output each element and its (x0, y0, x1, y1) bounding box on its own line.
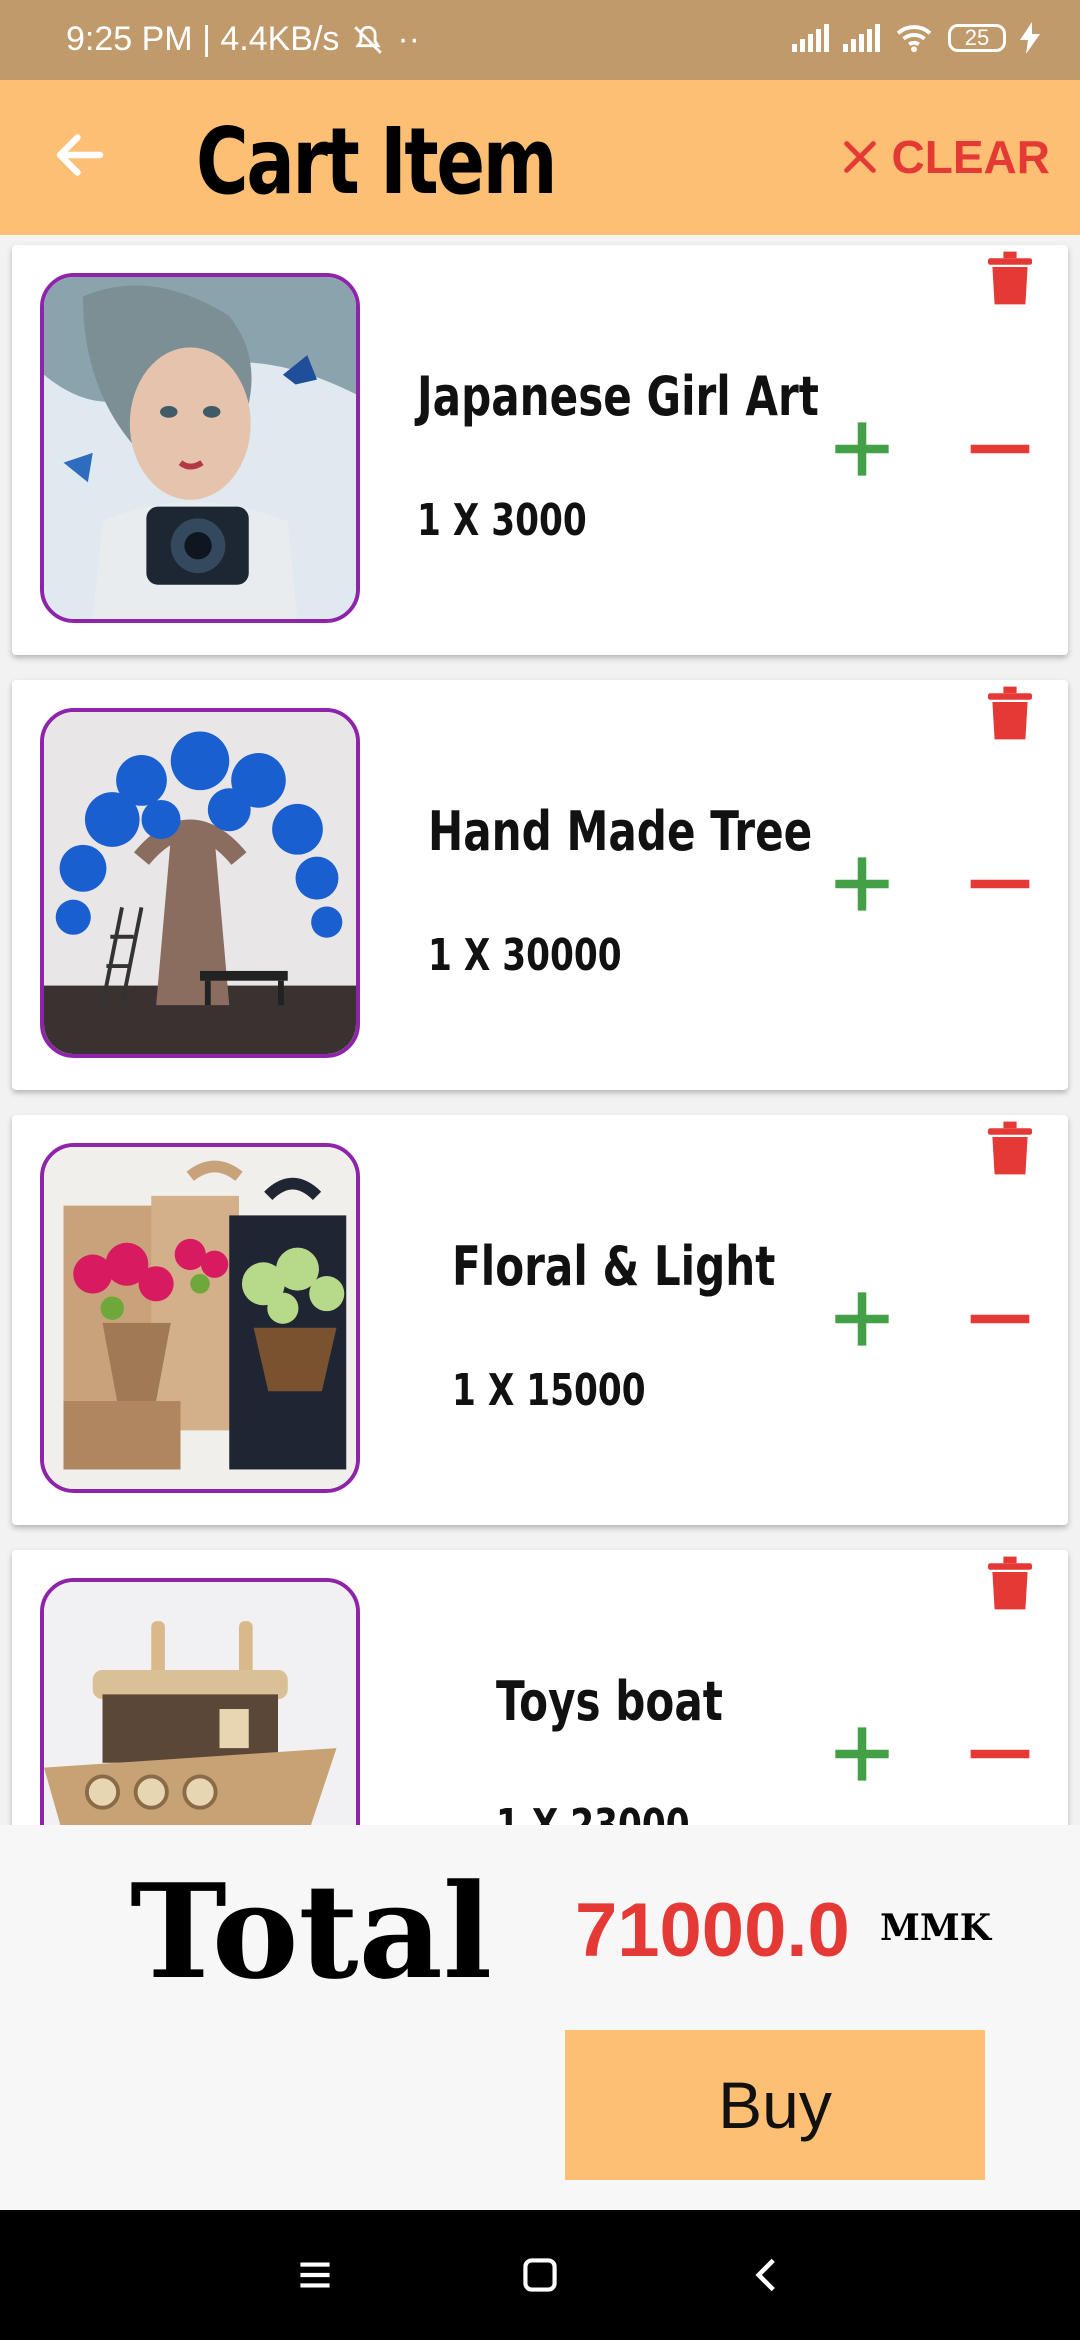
status-right: 25 (792, 22, 1040, 54)
minus-icon[interactable] (968, 852, 1032, 916)
clear-label: CLEAR (891, 131, 1050, 183)
total-value: 71000.0 (575, 1888, 850, 1973)
total-footer: Total 71000.0 MMK Buy (0, 1825, 1080, 2210)
buy-button[interactable]: Buy (565, 2030, 985, 2180)
cart-item: Hand Made Tree 1 X 30000 (12, 680, 1068, 1090)
product-quantity: 1 X 3000 (417, 495, 587, 546)
plus-icon[interactable] (830, 417, 894, 481)
plus-icon[interactable] (830, 1722, 894, 1786)
plus-icon[interactable] (830, 852, 894, 916)
trash-icon[interactable] (988, 1121, 1032, 1175)
close-icon (843, 141, 876, 173)
app-bar: Cart Item CLEAR (0, 80, 1080, 235)
signal-icon (792, 24, 829, 52)
cart-item: Floral & Light 1 X 15000 (12, 1115, 1068, 1525)
wifi-icon (896, 25, 932, 53)
product-quantity: 1 X 23000 (496, 1800, 690, 1825)
system-nav-bar (0, 2210, 1080, 2340)
back-arrow-icon[interactable] (50, 125, 110, 185)
clear-button[interactable]: CLEAR (840, 130, 1050, 184)
trash-icon[interactable] (988, 251, 1032, 305)
product-quantity: 1 X 15000 (452, 1365, 646, 1416)
product-image (40, 1143, 360, 1493)
product-image (40, 708, 360, 1058)
battery-icon: 25 (948, 24, 1006, 52)
status-dots: ·· (397, 20, 421, 58)
plus-icon[interactable] (830, 1287, 894, 1351)
product-name: Hand Made Tree (428, 800, 813, 863)
product-quantity: 1 X 30000 (428, 930, 622, 981)
product-image (40, 1578, 360, 1825)
page-title: Cart Item (196, 108, 557, 215)
trash-icon[interactable] (988, 1556, 1032, 1610)
status-time-speed: 9:25 PM | 4.4KB/s (66, 20, 340, 58)
minus-icon[interactable] (968, 417, 1032, 481)
cart-list[interactable]: Japanese Girl Art 1 X 3000 Hand Made Tre… (0, 235, 1080, 1825)
back-icon[interactable] (742, 2250, 792, 2300)
minus-icon[interactable] (968, 1287, 1032, 1351)
cart-item: Japanese Girl Art 1 X 3000 (12, 245, 1068, 655)
minus-icon[interactable] (968, 1722, 1032, 1786)
menu-icon[interactable] (290, 2250, 340, 2300)
currency-label: MMK (880, 1907, 991, 1949)
signal-icon-2 (843, 24, 880, 52)
product-name: Floral & Light (452, 1235, 776, 1298)
cart-item: Toys boat 1 X 23000 (12, 1550, 1068, 1825)
product-name: Toys boat (496, 1670, 723, 1733)
trash-icon[interactable] (988, 686, 1032, 740)
battery-level: 25 (964, 25, 990, 50)
charging-icon (1020, 22, 1040, 54)
product-name: Japanese Girl Art (417, 365, 819, 428)
product-image (40, 273, 360, 623)
total-label: Total (130, 1855, 493, 2008)
status-bar: 9:25 PM | 4.4KB/s ·· 25 (0, 0, 1080, 80)
home-icon[interactable] (515, 2250, 565, 2300)
status-left: 9:25 PM | 4.4KB/s ·· (66, 20, 420, 59)
mute-notification-icon (354, 25, 383, 54)
